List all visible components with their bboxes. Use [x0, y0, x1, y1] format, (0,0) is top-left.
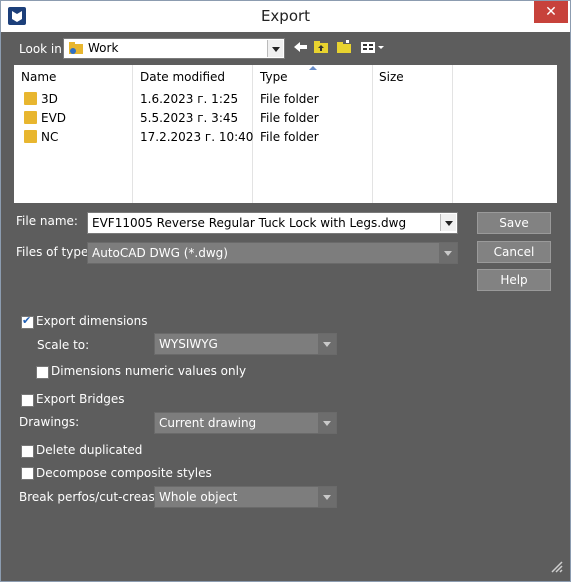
column-header-name[interactable]: Name: [21, 70, 56, 84]
back-arrow-icon[interactable]: [292, 40, 308, 54]
decompose-styles-label: Decompose composite styles: [36, 466, 212, 480]
item-date: 17.2.2023 г. 10:40: [140, 130, 254, 144]
item-type: File folder: [260, 130, 319, 144]
files-of-type-label: Files of type:: [16, 245, 93, 259]
chevron-down-icon[interactable]: [318, 334, 336, 354]
resize-grip-icon[interactable]: [549, 559, 563, 573]
folder-icon: [24, 92, 37, 105]
export-bridges-label: Export Bridges: [36, 392, 125, 406]
item-name: 3D: [41, 92, 58, 106]
scale-to-label: Scale to:: [37, 338, 90, 352]
break-perfos-label: Break perfos/cut-creases:: [19, 490, 173, 504]
title-bar: Export ✕: [1, 1, 570, 32]
break-perfos-value: Whole object: [159, 490, 238, 504]
sort-up-icon: [309, 66, 317, 70]
column-header-size[interactable]: Size: [379, 70, 404, 84]
decompose-styles-checkbox[interactable]: [21, 467, 34, 480]
list-item[interactable]: NC 17.2.2023 г. 10:40 File folder: [14, 128, 557, 147]
chevron-down-icon[interactable]: [439, 243, 457, 263]
item-date: 5.5.2023 г. 3:45: [140, 111, 239, 125]
look-in-value: Work: [88, 41, 119, 55]
files-of-type-select[interactable]: AutoCAD DWG (*.dwg): [87, 242, 458, 264]
export-dimensions-label: Export dimensions: [36, 314, 148, 328]
look-in-select[interactable]: Work: [63, 38, 285, 59]
delete-duplicated-label: Delete duplicated: [36, 443, 143, 457]
item-type: File folder: [260, 111, 319, 125]
view-menu-icon[interactable]: [360, 40, 386, 54]
up-folder-icon[interactable]: [313, 40, 329, 54]
list-item[interactable]: EVD 5.5.2023 г. 3:45 File folder: [14, 109, 557, 128]
dialog-title: Export: [260, 7, 311, 25]
export-dimensions-checkbox[interactable]: [21, 314, 34, 329]
file-name-label: File name:: [16, 214, 78, 228]
look-in-label: Look in:: [19, 42, 66, 56]
export-bridges-checkbox[interactable]: [21, 394, 34, 407]
dims-numeric-label: Dimensions numeric values only: [51, 364, 247, 378]
cancel-button[interactable]: Cancel: [477, 241, 551, 263]
export-dialog: Export ✕ Look in: Work Name Date modifie…: [0, 0, 571, 582]
chevron-down-icon[interactable]: [318, 413, 336, 433]
drawings-select[interactable]: Current drawing: [154, 412, 337, 434]
chevron-down-icon[interactable]: [440, 214, 456, 231]
close-icon: ✕: [545, 4, 557, 20]
save-button[interactable]: Save: [477, 212, 551, 234]
item-name: NC: [41, 130, 59, 144]
close-button[interactable]: ✕: [534, 1, 568, 23]
folder-icon: [24, 130, 37, 143]
break-perfos-select[interactable]: Whole object: [154, 486, 337, 508]
file-name-field[interactable]: EVF11005 Reverse Regular Tuck Lock with …: [87, 212, 458, 234]
item-type: File folder: [260, 92, 319, 106]
chevron-down-icon[interactable]: [318, 487, 336, 507]
scale-to-value: WYSIWYG: [159, 337, 218, 351]
item-name: EVD: [41, 111, 67, 125]
folder-icon: [24, 111, 37, 124]
chevron-down-icon[interactable]: [267, 40, 283, 57]
files-of-type-value: AutoCAD DWG (*.dwg): [92, 246, 228, 260]
help-button[interactable]: Help: [477, 269, 551, 291]
list-item[interactable]: 3D 1.6.2023 г. 1:25 File folder: [14, 90, 557, 109]
new-folder-icon[interactable]: [336, 40, 352, 54]
delete-duplicated-checkbox[interactable]: [21, 445, 34, 458]
file-list[interactable]: Name Date modified Type Size 3D 1.6.2023…: [14, 65, 557, 203]
column-header-type[interactable]: Type: [260, 70, 288, 84]
dims-numeric-checkbox[interactable]: [36, 366, 49, 379]
drawings-label: Drawings:: [19, 415, 80, 429]
item-date: 1.6.2023 г. 1:25: [140, 92, 239, 106]
column-header-date[interactable]: Date modified: [140, 70, 225, 84]
drawings-value: Current drawing: [159, 416, 257, 430]
scale-to-select[interactable]: WYSIWYG: [154, 333, 337, 355]
folder-network-icon: [69, 42, 83, 54]
file-name-value: EVF11005 Reverse Regular Tuck Lock with …: [92, 216, 407, 230]
